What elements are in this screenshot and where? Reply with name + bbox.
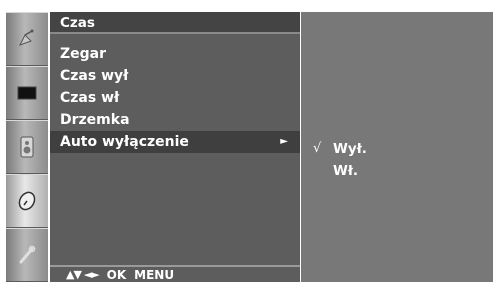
ok-hint: OK [106, 267, 127, 282]
menu-hint: MENU [134, 267, 175, 282]
check-icon: √ [313, 141, 322, 156]
osd-screen: Czas Zegar Czas wył Czas wł Drzemka Auto… [0, 0, 493, 284]
auto-off-submenu: √ Wył. Wł. [301, 12, 493, 282]
menu-item-sleep-timer[interactable]: Drzemka [50, 109, 300, 131]
menu-list: Zegar Czas wył Czas wł Drzemka Auto wyłą… [50, 43, 300, 153]
satellite-dish-icon [18, 29, 34, 46]
submenu-options: √ Wył. Wł. [311, 138, 367, 182]
picture-icon [17, 86, 37, 100]
menu-item-label: Zegar [60, 46, 107, 62]
menu-item-auto-off[interactable]: Auto wyłączenie ► [50, 131, 300, 153]
menu-title: Czas [50, 12, 300, 34]
category-icon-column [6, 12, 48, 282]
time-category[interactable] [6, 174, 48, 228]
picture-category[interactable] [6, 66, 48, 120]
option-label: Wł. [333, 163, 359, 179]
speaker-icon [20, 136, 34, 158]
wrench-icon [19, 245, 36, 264]
menu-item-label: Czas wył [60, 68, 129, 84]
sound-category[interactable] [6, 120, 48, 174]
nav-arrows-hint: ▲▼ ◄► [66, 268, 100, 281]
station-category[interactable] [6, 12, 48, 66]
option-label: Wył. [333, 141, 367, 157]
menu-item-on-time[interactable]: Czas wł [50, 87, 300, 109]
setup-category[interactable] [6, 228, 48, 282]
menu-item-label: Auto wyłączenie [60, 134, 189, 150]
option-on[interactable]: Wł. [311, 160, 367, 182]
option-off[interactable]: √ Wył. [311, 138, 367, 160]
clock-icon [18, 191, 36, 211]
menu-item-label: Czas wł [60, 90, 120, 106]
menu-item-clock[interactable]: Zegar [50, 43, 300, 65]
menu-item-off-time[interactable]: Czas wył [50, 65, 300, 87]
time-menu-panel: Czas Zegar Czas wył Czas wł Drzemka Auto… [50, 12, 300, 282]
navigation-hint-bar: ▲▼ ◄► OK MENU [50, 265, 300, 282]
menu-item-label: Drzemka [60, 112, 130, 128]
submenu-arrow-icon: ► [280, 136, 288, 147]
